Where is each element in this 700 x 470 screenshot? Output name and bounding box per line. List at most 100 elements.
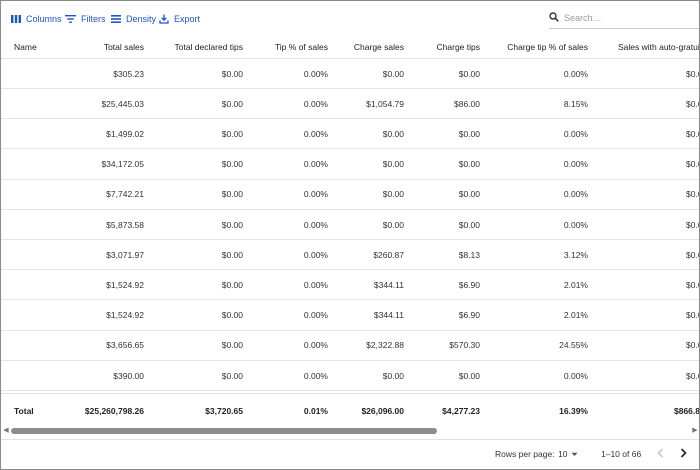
cell-tip-pct-sales: 0.00% xyxy=(303,370,328,381)
cell-total-sales: $3,071.97 xyxy=(106,249,144,260)
cell-sales-auto-gratuity: $0.0 xyxy=(686,370,699,381)
table-row[interactable]: $5,873.58 $0.00 0.00% $0.00 $0.00 0.00% $0.0 xyxy=(1,210,699,240)
total-charge-sales: $26,096.00 xyxy=(361,405,404,416)
table-row[interactable]: $1,499.02 $0.00 0.00% $0.00 $0.00 0.00% $0.0 xyxy=(1,119,699,150)
cell-charge-tips: $6.90 xyxy=(458,310,480,321)
cell-charge-tip-pct-sales: 0.00% xyxy=(563,128,588,139)
next-page-button[interactable] xyxy=(680,446,687,462)
header-total-declared-tips[interactable]: Total declared tips xyxy=(174,35,243,58)
cell-sales-auto-gratuity: $0.0 xyxy=(686,128,699,139)
filters-button[interactable]: Filters xyxy=(65,11,106,27)
table-row[interactable]: $1,524.92 $0.00 0.00% $344.11 $6.90 2.01% $0.0 xyxy=(1,301,699,331)
footer-divider xyxy=(1,439,699,440)
cell-charge-tip-pct-sales: 0.00% xyxy=(563,159,588,170)
table-row[interactable]: $3,071.97 $0.00 0.00% $260.87 $8.13 3.12% $0.0 xyxy=(1,240,699,271)
cell-sales-auto-gratuity: $0.0 xyxy=(686,279,699,290)
cell-total-declared-tips: $0.00 xyxy=(221,219,243,230)
page-range-label: 1–10 of 66 xyxy=(601,449,642,459)
table-row[interactable]: $390.00 $0.00 0.00% $0.00 $0.00 0.00% $0.0 xyxy=(1,361,699,391)
columns-button[interactable]: Columns xyxy=(11,11,62,27)
horizontal-scrollbar[interactable]: ◀ ▶ xyxy=(1,426,699,436)
cell-charge-sales: $0.00 xyxy=(382,370,404,381)
header-charge-sales[interactable]: Charge sales xyxy=(354,35,404,58)
cell-charge-tips: $0.00 xyxy=(458,370,480,381)
cell-total-declared-tips: $0.00 xyxy=(221,249,243,260)
cell-total-sales: $5,873.58 xyxy=(106,219,144,230)
header-sales-auto-gratuity[interactable]: Sales with auto-gratui xyxy=(618,35,699,58)
cell-total-sales: $305.23 xyxy=(113,68,144,79)
cell-total-sales: $390.00 xyxy=(113,370,144,381)
table-row[interactable]: $305.23 $0.00 0.00% $0.00 $0.00 0.00% $0.0 xyxy=(1,59,699,89)
cell-total-sales: $1,524.92 xyxy=(106,279,144,290)
cell-charge-tip-pct-sales: 3.12% xyxy=(563,249,588,260)
data-grid-panel: Columns Filters Density Export Search… N… xyxy=(0,0,700,470)
header-total-sales[interactable]: Total sales xyxy=(104,35,144,58)
cell-tip-pct-sales: 0.00% xyxy=(303,189,328,200)
table-row[interactable]: $7,742.21 $0.00 0.00% $0.00 $0.00 0.00% $0.0 xyxy=(1,180,699,210)
density-button[interactable]: Density xyxy=(111,11,156,27)
cell-charge-sales: $260.87 xyxy=(373,249,404,260)
caret-down-icon xyxy=(571,449,578,459)
total-declared-tips: $3,720.65 xyxy=(205,405,243,416)
cell-sales-auto-gratuity: $0.0 xyxy=(686,189,699,200)
cell-charge-tip-pct-sales: 8.15% xyxy=(563,98,588,109)
cell-tip-pct-sales: 0.00% xyxy=(303,68,328,79)
scroll-left-icon[interactable]: ◀ xyxy=(2,427,10,435)
cell-charge-tip-pct-sales: 0.00% xyxy=(563,68,588,79)
cell-total-declared-tips: $0.00 xyxy=(221,189,243,200)
header-tip-pct-sales[interactable]: Tip % of sales xyxy=(275,35,328,58)
previous-page-button[interactable] xyxy=(657,446,664,462)
table-row[interactable]: $25,445.03 $0.00 0.00% $1,054.79 $86.00 8.15%… xyxy=(1,89,699,120)
cell-tip-pct-sales: 0.00% xyxy=(303,279,328,290)
table-row[interactable]: $34,172.05 $0.00 0.00% $0.00 $0.00 0.00% $0.0 xyxy=(1,150,699,180)
cell-total-declared-tips: $0.00 xyxy=(221,370,243,381)
cell-tip-pct-sales: 0.00% xyxy=(303,310,328,321)
cell-charge-tips: $6.90 xyxy=(458,279,480,290)
cell-sales-auto-gratuity: $0.0 xyxy=(686,249,699,260)
cell-total-sales: $1,524.92 xyxy=(106,310,144,321)
export-button[interactable]: Export xyxy=(159,11,200,27)
table-row[interactable]: $1,524.92 $0.00 0.00% $344.11 $6.90 2.01% $0.0 xyxy=(1,270,699,301)
cell-charge-tip-pct-sales: 24.55% xyxy=(559,340,588,351)
cell-sales-auto-gratuity: $0.0 xyxy=(686,159,699,170)
pagination-footer: Rows per page: 10 1–10 of 66 xyxy=(1,441,699,469)
cell-charge-tips: $570.30 xyxy=(449,340,480,351)
cell-charge-tips: $0.00 xyxy=(458,189,480,200)
cell-total-sales: $34,172.05 xyxy=(101,159,144,170)
table-row[interactable]: $3,656.65 $0.00 0.00% $2,322.88 $570.30 24.55… xyxy=(1,331,699,361)
total-tip-pct-sales: 0.01% xyxy=(303,405,328,416)
columns-icon xyxy=(11,15,21,23)
scroll-right-icon[interactable]: ▶ xyxy=(691,427,699,435)
cell-charge-tips: $0.00 xyxy=(458,159,480,170)
cell-charge-sales: $344.11 xyxy=(373,310,404,321)
search-box[interactable] xyxy=(549,9,699,29)
cell-charge-tip-pct-sales: 2.01% xyxy=(563,310,588,321)
cell-tip-pct-sales: 0.00% xyxy=(303,98,328,109)
header-name[interactable]: Name xyxy=(14,35,37,58)
density-icon xyxy=(111,15,121,23)
total-label: Total xyxy=(14,405,34,416)
rows-per-page-select[interactable]: 10 xyxy=(558,446,578,462)
cell-total-sales: $25,445.03 xyxy=(101,98,144,109)
cell-total-declared-tips: $0.00 xyxy=(221,159,243,170)
header-charge-tips[interactable]: Charge tips xyxy=(437,35,480,58)
total-sales-auto-gratuity: $866.8 xyxy=(674,405,700,416)
filters-label: Filters xyxy=(81,14,106,24)
search-input[interactable] xyxy=(564,13,684,23)
cell-tip-pct-sales: 0.00% xyxy=(303,219,328,230)
cell-charge-sales: $1,054.79 xyxy=(366,98,404,109)
cell-charge-sales: $0.00 xyxy=(382,159,404,170)
cell-charge-tip-pct-sales: 0.00% xyxy=(563,189,588,200)
cell-sales-auto-gratuity: $0.0 xyxy=(686,310,699,321)
cell-charge-sales: $0.00 xyxy=(382,219,404,230)
cell-total-sales: $7,742.21 xyxy=(106,189,144,200)
cell-total-declared-tips: $0.00 xyxy=(221,310,243,321)
scrollbar-thumb[interactable] xyxy=(11,428,437,434)
chevron-right-icon xyxy=(680,448,687,460)
header-charge-tip-pct-sales[interactable]: Charge tip % of sales xyxy=(507,35,588,58)
cell-charge-sales: $0.00 xyxy=(382,128,404,139)
cell-total-sales: $1,499.02 xyxy=(106,128,144,139)
cell-charge-tip-pct-sales: 0.00% xyxy=(563,370,588,381)
cell-total-declared-tips: $0.00 xyxy=(221,279,243,290)
chevron-left-icon xyxy=(657,448,664,460)
